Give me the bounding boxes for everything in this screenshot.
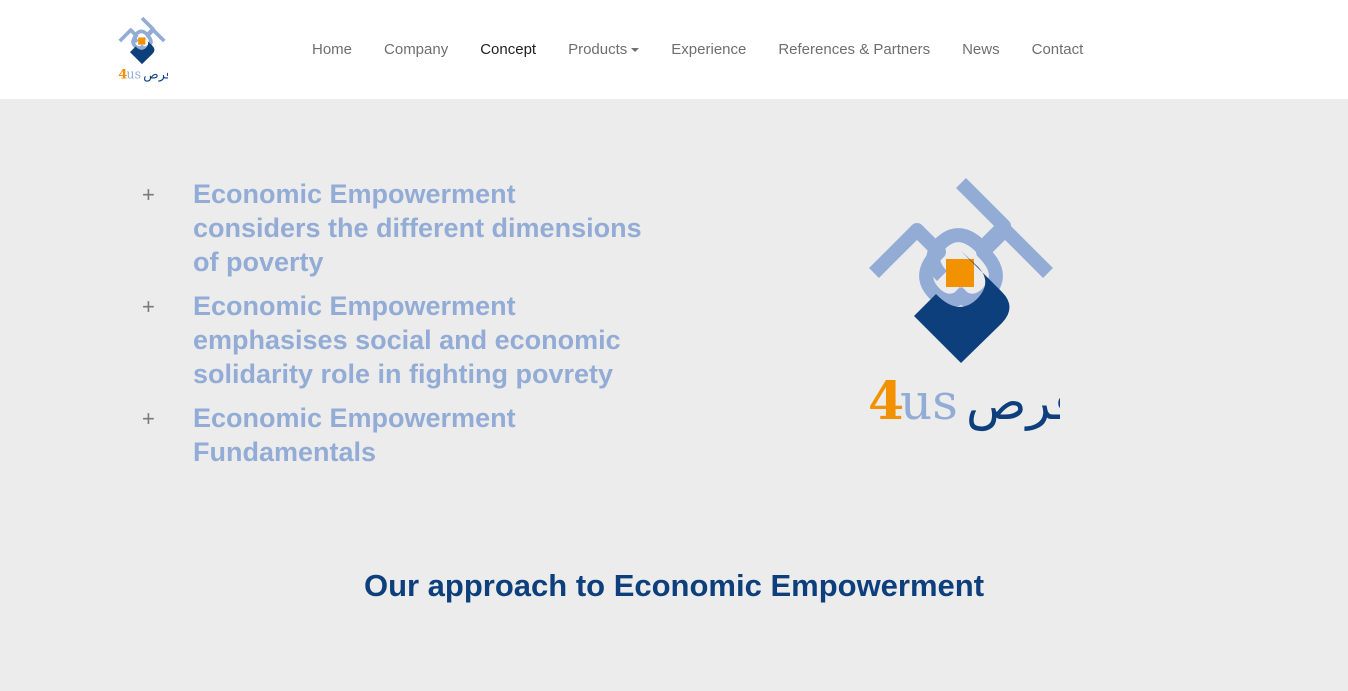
svg-text:فرص: فرص bbox=[966, 373, 1060, 431]
brand-logo-large: 4 us فرص bbox=[868, 178, 1060, 432]
nav-contact[interactable]: Contact bbox=[1016, 41, 1100, 58]
nav-references-partners[interactable]: References & Partners bbox=[762, 41, 946, 58]
accordion-item-title[interactable]: Economic Empowerment emphasises social a… bbox=[193, 286, 643, 391]
nav-menu: Home Company Concept Products Experience… bbox=[296, 0, 1099, 99]
plus-icon[interactable]: + bbox=[140, 286, 193, 391]
plus-icon[interactable]: + bbox=[140, 174, 193, 279]
accordion-item[interactable]: + Economic Empowerment considers the dif… bbox=[140, 174, 660, 279]
navbar: 4 us فرص Home Company Concept Products E… bbox=[0, 0, 1348, 99]
caret-down-icon bbox=[631, 48, 640, 53]
accordion-item-title[interactable]: Economic Empowerment considers the diffe… bbox=[193, 174, 643, 279]
nav-company[interactable]: Company bbox=[368, 41, 464, 58]
accordion-item[interactable]: + Economic Empowerment emphasises social… bbox=[140, 286, 660, 391]
site-logo[interactable]: 4 us فرص bbox=[116, 16, 168, 82]
nav-news[interactable]: News bbox=[946, 41, 1016, 58]
section-title: Our approach to Economic Empowerment bbox=[363, 568, 985, 603]
svg-text:us: us bbox=[900, 373, 958, 431]
svg-text:4: 4 bbox=[118, 67, 127, 82]
svg-text:4: 4 bbox=[868, 371, 904, 432]
nav-products[interactable]: Products bbox=[552, 41, 655, 58]
svg-text:فرص: فرص bbox=[143, 67, 168, 82]
svg-text:us: us bbox=[126, 67, 141, 82]
nav-home[interactable]: Home bbox=[296, 41, 368, 58]
accordion-item-title[interactable]: Economic Empowerment Fundamentals bbox=[193, 398, 643, 469]
plus-icon[interactable]: + bbox=[140, 398, 193, 469]
nav-products-label: Products bbox=[568, 41, 628, 58]
nav-concept[interactable]: Concept bbox=[464, 41, 552, 58]
nav-experience[interactable]: Experience bbox=[655, 41, 762, 58]
concept-accordion: + Economic Empowerment considers the dif… bbox=[140, 174, 660, 476]
accordion-item[interactable]: + Economic Empowerment Fundamentals bbox=[140, 398, 660, 469]
